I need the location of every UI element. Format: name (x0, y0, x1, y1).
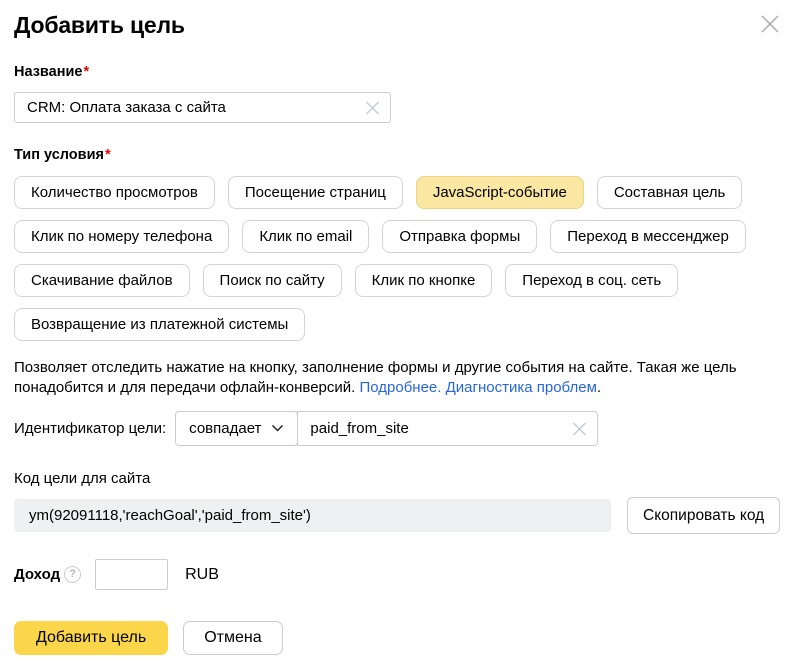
condition-type-option[interactable]: Клик по номеру телефона (14, 220, 229, 253)
match-condition-value: совпадает (189, 420, 261, 437)
copy-code-button[interactable]: Скопировать код (627, 497, 780, 534)
condition-type-option[interactable]: Отправка формы (382, 220, 537, 253)
revenue-input[interactable] (95, 559, 168, 590)
revenue-label: Доход (14, 566, 60, 583)
condition-type-option[interactable]: Составная цель (597, 176, 742, 209)
goal-name-input[interactable] (14, 92, 391, 123)
close-icon[interactable] (756, 10, 784, 38)
condition-type-option[interactable]: Посещение страниц (228, 176, 403, 209)
help-icon[interactable]: ? (64, 566, 81, 583)
cancel-button[interactable]: Отмена (183, 621, 282, 655)
clear-name-icon[interactable] (365, 100, 380, 115)
condition-type-option[interactable]: Клик по кнопке (355, 264, 493, 297)
name-label: Название* (14, 63, 786, 81)
condition-type-option[interactable]: Клик по email (242, 220, 369, 253)
required-asterisk: * (83, 64, 89, 80)
condition-type-option[interactable]: Поиск по сайту (203, 264, 342, 297)
condition-type-options: Количество просмотров Посещение страниц Ja… (14, 176, 790, 341)
condition-type-option[interactable]: Возвращение из платежной системы (14, 308, 305, 341)
condition-type-option[interactable]: JavaScript-событие (416, 176, 584, 209)
page-title: Добавить цель (14, 10, 786, 40)
add-goal-dialog: Добавить цель Название* Тип условия* Кол… (0, 0, 800, 665)
match-condition-select[interactable]: совпадает (175, 411, 298, 446)
goal-identifier-input[interactable] (297, 411, 598, 446)
condition-type-option[interactable]: Переход в мессенджер (550, 220, 746, 253)
required-asterisk: * (105, 147, 111, 163)
goal-code-snippet: ym(92091118,'reachGoal','paid_from_site'… (14, 499, 611, 532)
diagnostics-link[interactable]: Диагностика проблем (446, 379, 597, 396)
goal-identifier-label: Идентификатор цели: (14, 420, 166, 437)
add-goal-button[interactable]: Добавить цель (14, 621, 168, 655)
dialog-actions: Добавить цель Отмена (14, 621, 786, 655)
currency-label: RUB (185, 566, 219, 584)
goal-code-row: ym(92091118,'reachGoal','paid_from_site'… (14, 497, 786, 534)
condition-type-option[interactable]: Скачивание файлов (14, 264, 190, 297)
goal-name-field-wrap (14, 92, 391, 123)
condition-type-option[interactable]: Переход в соц. сеть (505, 264, 678, 297)
revenue-row: Доход ? RUB (14, 559, 786, 590)
goal-code-label: Код цели для сайта (14, 470, 786, 487)
goal-identifier-field-wrap (297, 411, 598, 446)
condition-description: Позволяет отследить нажатие на кнопку, з… (14, 358, 786, 398)
condition-type-option[interactable]: Количество просмотров (14, 176, 215, 209)
goal-identifier-row: Идентификатор цели: совпадает (14, 411, 786, 446)
chevron-down-icon (271, 424, 284, 433)
clear-identifier-icon[interactable] (572, 421, 587, 436)
condition-type-label: Тип условия* (14, 146, 786, 164)
description-period: . (597, 379, 601, 396)
more-link[interactable]: Подробнее. (359, 379, 441, 396)
